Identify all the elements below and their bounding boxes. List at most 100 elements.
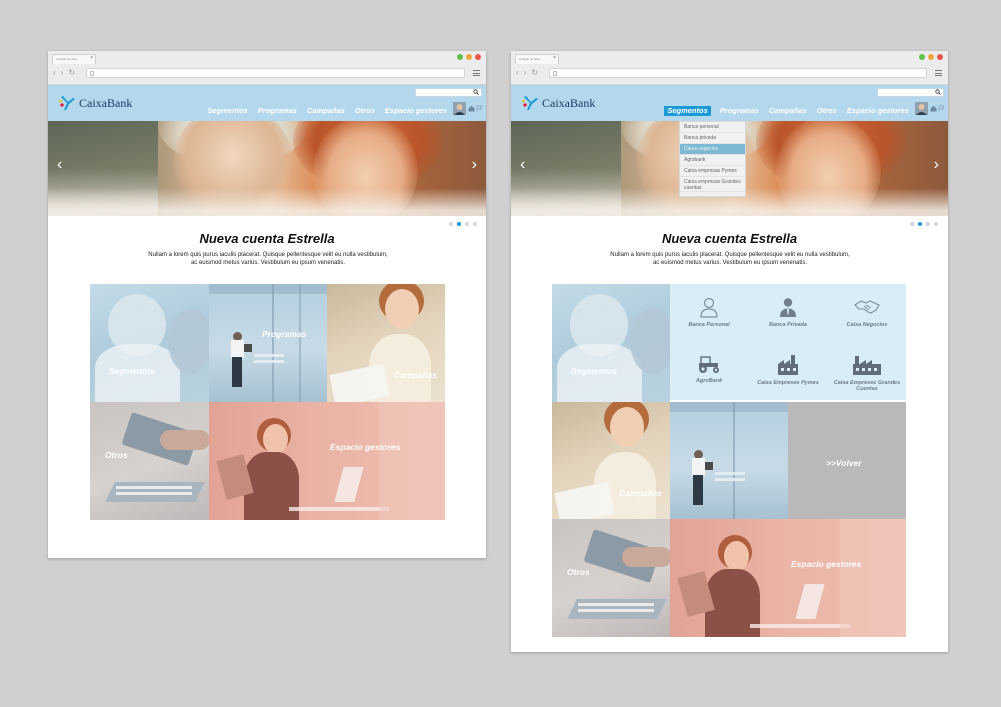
browser-tab[interactable]: Colegio de docs × <box>52 54 96 64</box>
nav-item-otros[interactable]: Otros <box>354 106 376 116</box>
pager-dot-active[interactable] <box>457 222 461 226</box>
browser-window-segmentos: Colegio de docs× ‹ › ↻ CaixaBank Segmen <box>511 51 948 652</box>
window-controls <box>457 54 481 60</box>
tile-label-segmentos: Segmentos <box>109 366 155 376</box>
nav-item-programas[interactable]: Programas <box>257 106 298 116</box>
factory-large-icon <box>853 356 881 375</box>
tile-label-espacio-gestores: Espacio gestores <box>330 442 401 452</box>
maximize-dot-icon[interactable] <box>919 54 925 60</box>
dropdown-item-caixa-negocios[interactable]: Caixa negocios <box>680 144 745 155</box>
tile-segmentos[interactable]: Segmentos <box>90 284 209 402</box>
carousel-next-icon[interactable]: › <box>934 155 939 175</box>
flag-icon[interactable] <box>938 105 945 112</box>
carousel-prev-icon[interactable]: ‹ <box>57 155 62 175</box>
nav-item-otros[interactable]: Otros <box>816 106 838 116</box>
tab-title: Colegio de docs <box>56 57 78 61</box>
back-arrow-icon[interactable]: ‹ <box>516 68 519 78</box>
pager-dot[interactable] <box>449 222 453 226</box>
nav-item-segmentos[interactable]: Segmentos <box>206 106 248 116</box>
pager-dot[interactable] <box>473 222 477 226</box>
address-bar[interactable] <box>549 68 927 78</box>
reload-icon[interactable]: ↻ <box>531 68 538 78</box>
nav-item-segmentos[interactable]: Segmentos <box>664 106 711 116</box>
segment-caixa-empreses-grandes-cuentas[interactable]: Caixa Empreses Grandes Cuentas <box>832 354 902 392</box>
caixabank-logo[interactable]: CaixaBank <box>58 95 132 111</box>
tile-espacio-gestores[interactable]: Espacio gestores <box>209 402 445 520</box>
address-bar[interactable] <box>86 68 465 78</box>
dropdown-item-caixa-empresas-grandes-cuentas[interactable]: Caixa empresas Grandes cuentas <box>680 177 745 192</box>
tile-label-campanas: Campañas <box>394 370 437 380</box>
pager-dot[interactable] <box>934 222 938 226</box>
search-input[interactable] <box>415 88 482 97</box>
caixabank-star-icon <box>522 96 538 110</box>
tile-programas[interactable]: Programas <box>209 284 327 402</box>
hamburger-menu-icon[interactable] <box>935 70 942 76</box>
home-icon[interactable] <box>468 105 475 112</box>
brand-name: CaixaBank <box>79 95 133 110</box>
description-line-1: Nullam a lorem quis purus iaculis placer… <box>148 252 388 258</box>
minimize-dot-icon[interactable] <box>928 54 934 60</box>
segment-banca-privada[interactable]: Banca Privada <box>753 296 823 328</box>
tile-otros[interactable]: Otros <box>90 402 209 520</box>
nav-item-campanas[interactable]: Campañas <box>306 106 346 116</box>
segment-caixa-empreses-pymes[interactable]: Caixa Empreses Pymes <box>753 354 823 386</box>
home-icon[interactable] <box>930 105 937 112</box>
pager-dot[interactable] <box>465 222 469 226</box>
site-header: CaixaBank Segmentos Programas Campañas O… <box>48 85 486 121</box>
hamburger-menu-icon[interactable] <box>473 70 480 76</box>
tab-close-icon[interactable]: × <box>90 56 93 61</box>
tab-close-icon[interactable]: × <box>553 56 556 61</box>
forward-arrow-icon[interactable]: › <box>524 68 527 78</box>
forward-arrow-icon[interactable]: › <box>61 68 64 78</box>
segment-label: Banca Privada <box>769 322 807 328</box>
dropdown-item-caixa-empresas-pymes[interactable]: Caixa empresas Pymes <box>680 166 745 177</box>
main-nav: Segmentos Programas Campañas Otros Espac… <box>206 106 448 116</box>
user-avatar[interactable] <box>453 102 466 115</box>
pager-dot[interactable] <box>926 222 930 226</box>
nav-item-espacio-gestores[interactable]: Espacio gestores <box>384 106 448 116</box>
pager-dot-active[interactable] <box>918 222 922 226</box>
tab-title: Colegio de docs <box>519 57 541 61</box>
search-icon[interactable] <box>473 89 479 95</box>
tile-label-espacio-gestores: Espacio gestores <box>791 559 862 569</box>
browser-tab[interactable]: Colegio de docs × <box>515 54 559 64</box>
dropdown-item-agrobank[interactable]: Agrobank <box>680 155 745 166</box>
nav-item-espacio-gestores[interactable]: Espacio gestores <box>846 106 910 116</box>
segment-label: AgroBank <box>695 378 723 384</box>
search-icon[interactable] <box>935 89 941 95</box>
maximize-dot-icon[interactable] <box>457 54 463 60</box>
pager-dot[interactable] <box>910 222 914 226</box>
page-icon <box>553 71 557 76</box>
description-line-1: Nullam a lorem quis purus iaculis placer… <box>610 252 850 258</box>
tile-label-campanas: Campañas <box>619 488 662 498</box>
nav-item-programas[interactable]: Programas <box>719 106 760 116</box>
carousel-pager <box>449 222 477 226</box>
user-avatar[interactable] <box>915 102 928 115</box>
nav-item-campanas[interactable]: Campañas <box>768 106 808 116</box>
segment-caixa-negocios[interactable]: Caixa Negocios <box>832 296 902 328</box>
close-dot-icon[interactable] <box>475 54 481 60</box>
segment-banca-personal[interactable]: Banca Personal <box>674 296 744 328</box>
volver-button[interactable]: >>Volver <box>788 402 906 519</box>
tile-otros[interactable]: Otros <box>552 519 670 637</box>
tile-espacio-gestores[interactable]: Espacio gestores <box>670 519 906 637</box>
browser-nav-controls: ‹ › ↻ <box>516 68 538 78</box>
tile-campanas[interactable]: Campañas <box>327 284 445 402</box>
back-arrow-icon[interactable]: ‹ <box>53 68 56 78</box>
caixabank-logo[interactable]: CaixaBank <box>521 95 595 111</box>
flag-icon[interactable] <box>476 105 483 112</box>
tile-campanas[interactable]: Campañas <box>552 402 670 519</box>
carousel-next-icon[interactable]: › <box>472 155 477 175</box>
reload-icon[interactable]: ↻ <box>68 68 75 78</box>
dropdown-item-banca-privada[interactable]: Banca privada <box>680 133 745 144</box>
close-dot-icon[interactable] <box>937 54 943 60</box>
carousel-prev-icon[interactable]: ‹ <box>520 155 525 175</box>
carousel-pager <box>910 222 938 226</box>
search-input[interactable] <box>877 88 944 97</box>
segment-agrobank[interactable]: AgroBank <box>674 354 744 384</box>
minimize-dot-icon[interactable] <box>466 54 472 60</box>
tile-segmentos[interactable]: Segmentos <box>552 284 670 402</box>
tile-programas[interactable] <box>670 402 788 519</box>
dropdown-item-banca-personal[interactable]: Banca personal <box>680 122 745 133</box>
tile-label-otros: Otros <box>105 450 128 460</box>
